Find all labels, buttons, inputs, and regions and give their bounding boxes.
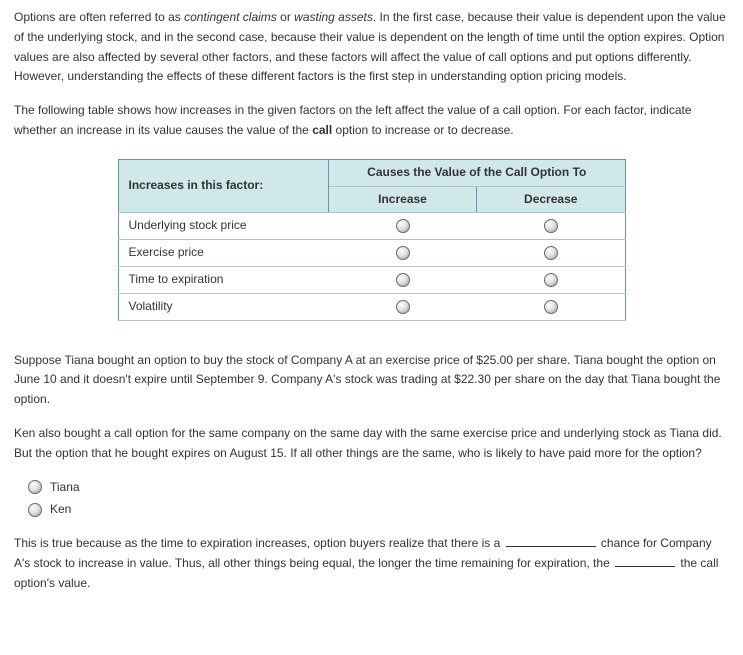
- table-lead-paragraph: The following table shows how increases …: [14, 101, 729, 141]
- lead-bold-call: call: [312, 123, 332, 137]
- closing-text-1: This is true because as the time to expi…: [14, 536, 504, 550]
- term-contingent-claims: contingent claims: [184, 10, 277, 24]
- factors-table-wrap: Increases in this factor: Causes the Val…: [14, 159, 729, 321]
- table-row: Underlying stock price: [118, 213, 625, 240]
- intro-text-2: or: [277, 10, 294, 24]
- col-header-span: Causes the Value of the Call Option To: [329, 159, 626, 186]
- closing-paragraph: This is true because as the time to expi…: [14, 534, 729, 593]
- factor-label: Volatility: [118, 293, 329, 320]
- radio-ken[interactable]: [28, 503, 42, 517]
- table-row: Exercise price: [118, 240, 625, 267]
- intro-paragraph: Options are often referred to as conting…: [14, 8, 729, 87]
- fill-blank-2[interactable]: [615, 555, 675, 567]
- radio-decrease[interactable]: [544, 273, 558, 287]
- scenario-tiana: Suppose Tiana bought an option to buy th…: [14, 351, 729, 410]
- radio-increase[interactable]: [396, 219, 410, 233]
- radio-increase[interactable]: [396, 246, 410, 260]
- table-row: Volatility: [118, 293, 625, 320]
- radio-decrease[interactable]: [544, 219, 558, 233]
- radio-increase[interactable]: [396, 300, 410, 314]
- col-header-decrease: Decrease: [477, 186, 626, 213]
- col-header-increase: Increase: [329, 186, 477, 213]
- factor-label: Underlying stock price: [118, 213, 329, 240]
- choice-row-ken[interactable]: Ken: [28, 500, 729, 520]
- intro-text-1: Options are often referred to as: [14, 10, 184, 24]
- lead-text-2: option to increase or to decrease.: [332, 123, 513, 137]
- scenario-ken: Ken also bought a call option for the sa…: [14, 424, 729, 464]
- radio-tiana[interactable]: [28, 480, 42, 494]
- factor-label: Exercise price: [118, 240, 329, 267]
- factor-label: Time to expiration: [118, 266, 329, 293]
- choice-label-ken: Ken: [50, 500, 71, 520]
- radio-decrease[interactable]: [544, 246, 558, 260]
- radio-increase[interactable]: [396, 273, 410, 287]
- term-wasting-assets: wasting assets: [294, 10, 373, 24]
- factors-table: Increases in this factor: Causes the Val…: [118, 159, 626, 321]
- choice-label-tiana: Tiana: [50, 478, 80, 498]
- who-paid-more-choices: Tiana Ken: [28, 478, 729, 521]
- choice-row-tiana[interactable]: Tiana: [28, 478, 729, 498]
- col-header-factor: Increases in this factor:: [118, 159, 329, 213]
- fill-blank-1[interactable]: [506, 535, 596, 547]
- table-row: Time to expiration: [118, 266, 625, 293]
- radio-decrease[interactable]: [544, 300, 558, 314]
